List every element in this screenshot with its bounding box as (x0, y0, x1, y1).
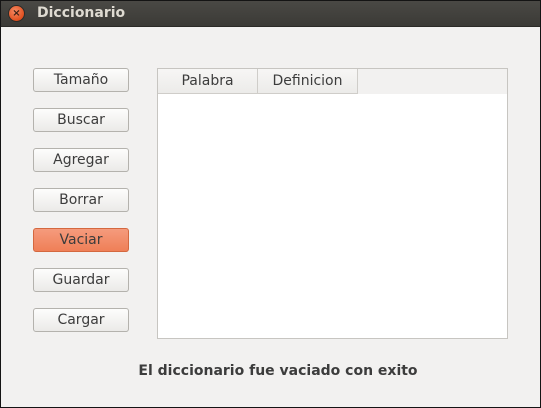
agregar-button[interactable]: Agregar (33, 148, 129, 172)
column-header-palabra[interactable]: Palabra (158, 69, 258, 94)
close-icon[interactable]: × (9, 6, 24, 21)
cargar-button[interactable]: Cargar (33, 308, 129, 332)
title-bar: × Diccionario (1, 1, 540, 27)
vaciar-button[interactable]: Vaciar (33, 228, 129, 252)
tamano-button[interactable]: Tamaño (33, 68, 129, 92)
dictionary-table[interactable]: Palabra Definicion (157, 68, 508, 339)
guardar-button[interactable]: Guardar (33, 268, 129, 292)
table-body[interactable] (158, 94, 507, 338)
window-title: Diccionario (37, 5, 126, 21)
status-message: El diccionario fue vaciado con exito (138, 363, 418, 379)
app-window: × Diccionario Tamaño Buscar Agregar Borr… (0, 0, 541, 408)
column-header-definicion[interactable]: Definicion (258, 69, 358, 94)
buscar-button[interactable]: Buscar (33, 108, 129, 132)
table-header: Palabra Definicion (158, 69, 507, 94)
borrar-button[interactable]: Borrar (33, 188, 129, 212)
